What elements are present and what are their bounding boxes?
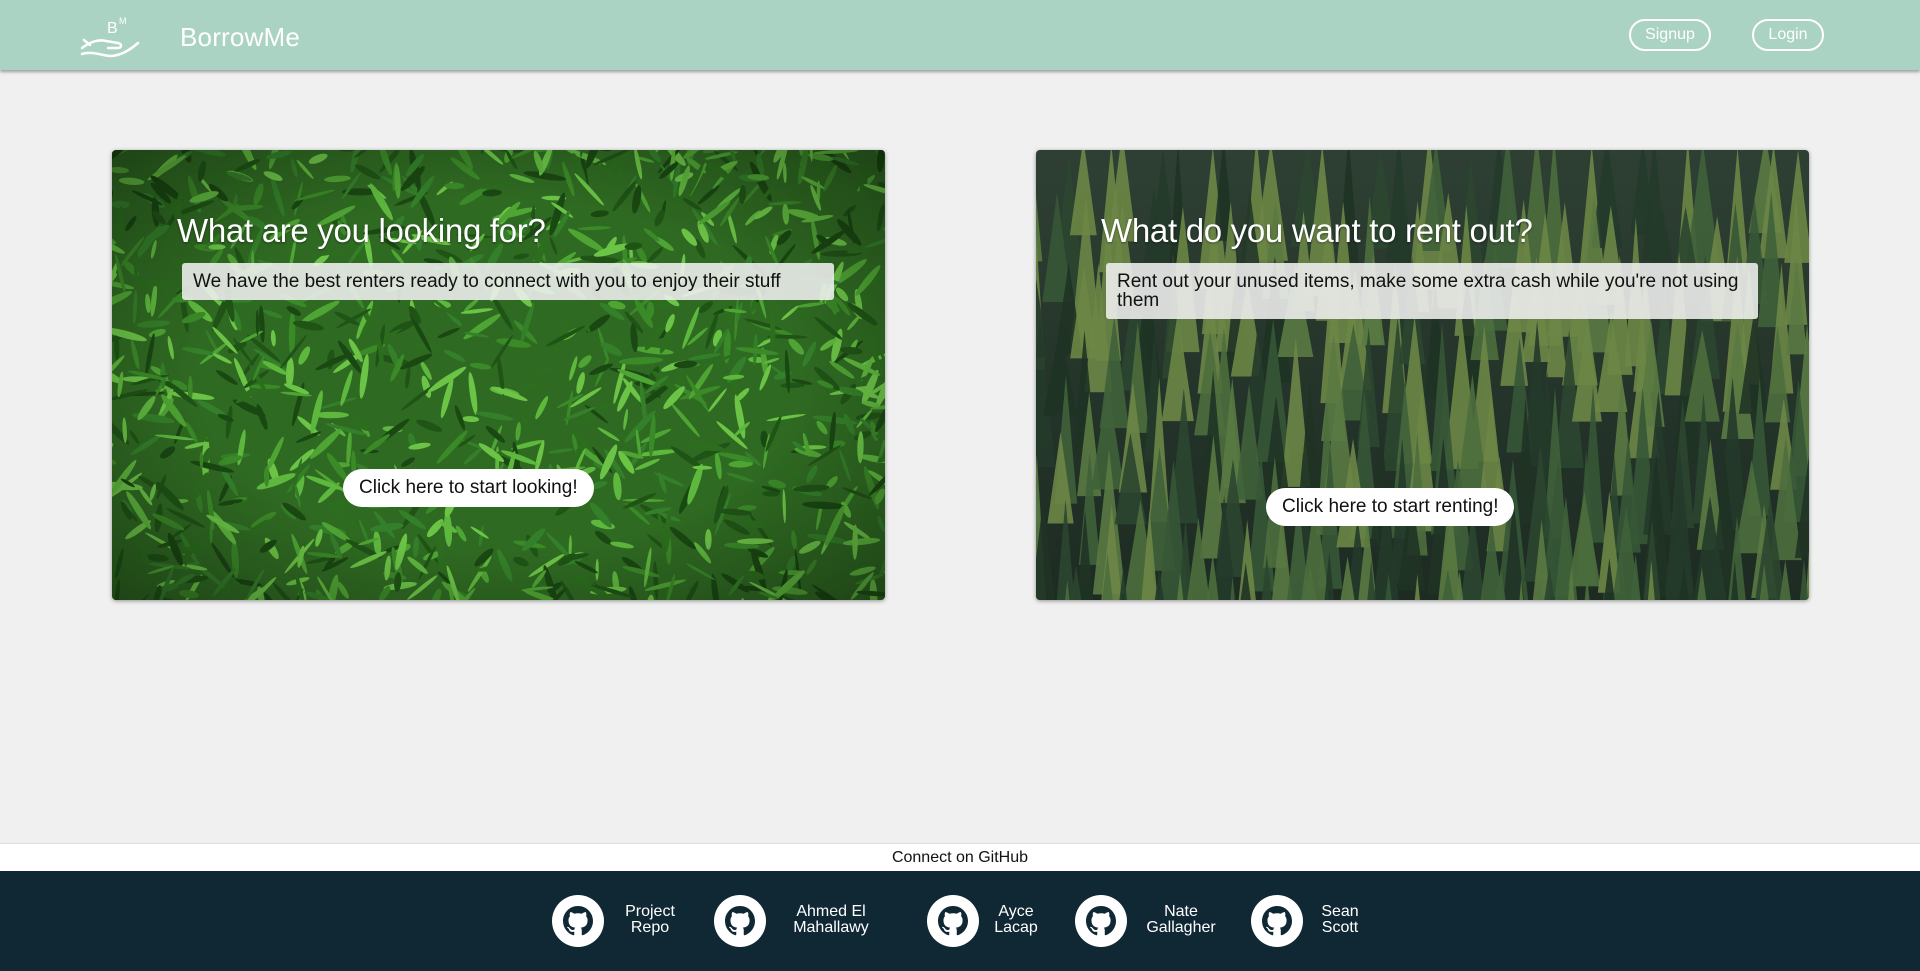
github-link-name: Nate [1164,903,1198,920]
svg-text:M: M [119,16,127,26]
github-link-ayce-lacap[interactable]: Ayce Lacap [927,895,1047,947]
svg-text:B: B [107,20,118,37]
github-link-project-repo[interactable]: Project Repo [552,895,682,947]
github-link-sean-scott[interactable]: Sean Scott [1251,895,1371,947]
footer: Project Repo Ahmed El Mahallawy Ayce Lacap … [0,871,1920,971]
github-link-name: Sean [1321,903,1359,920]
start-renting-button[interactable]: Click here to start renting! [1266,488,1515,526]
github-icon [552,895,604,947]
renting-card: What do you want to rent out? Rent out y… [1036,150,1809,600]
card-description: We have the best renters ready to connec… [182,263,834,300]
github-icon [1251,895,1303,947]
github-icon [927,895,979,947]
github-link-name: Mahallawy [793,919,869,936]
card-title: What are you looking for? [177,212,546,249]
github-link-name: Ahmed El [796,903,866,920]
brand-logo[interactable]: B M [80,12,142,60]
github-link-ahmed-el-mahallawy[interactable]: Ahmed El Mahallawy [714,895,884,947]
connect-on-github-label: Connect on GitHub [0,843,1920,872]
brand-name[interactable]: BorrowMe [180,22,300,53]
card-title: What do you want to rent out? [1101,212,1533,249]
card-description: Rent out your unused items, make some ex… [1106,263,1758,319]
github-link-name: Repo [630,919,670,936]
github-icon [1075,895,1127,947]
navbar: B M BorrowMe Signup Login [0,0,1920,70]
github-link-name: Gallagher [1146,919,1216,936]
hand-logo-icon: B M [80,16,140,58]
github-link-name: Scott [1321,919,1359,936]
github-link-name: Project [625,903,675,920]
login-button[interactable]: Login [1752,19,1824,51]
looking-card: What are you looking for? We have the be… [112,150,885,600]
signup-button[interactable]: Signup [1629,19,1711,51]
start-looking-button[interactable]: Click here to start looking! [343,469,594,507]
github-link-nate-gallagher[interactable]: Nate Gallagher [1075,895,1225,947]
github-icon [714,895,766,947]
github-link-name: Ayce [998,903,1034,920]
github-link-name: Lacap [994,919,1038,936]
